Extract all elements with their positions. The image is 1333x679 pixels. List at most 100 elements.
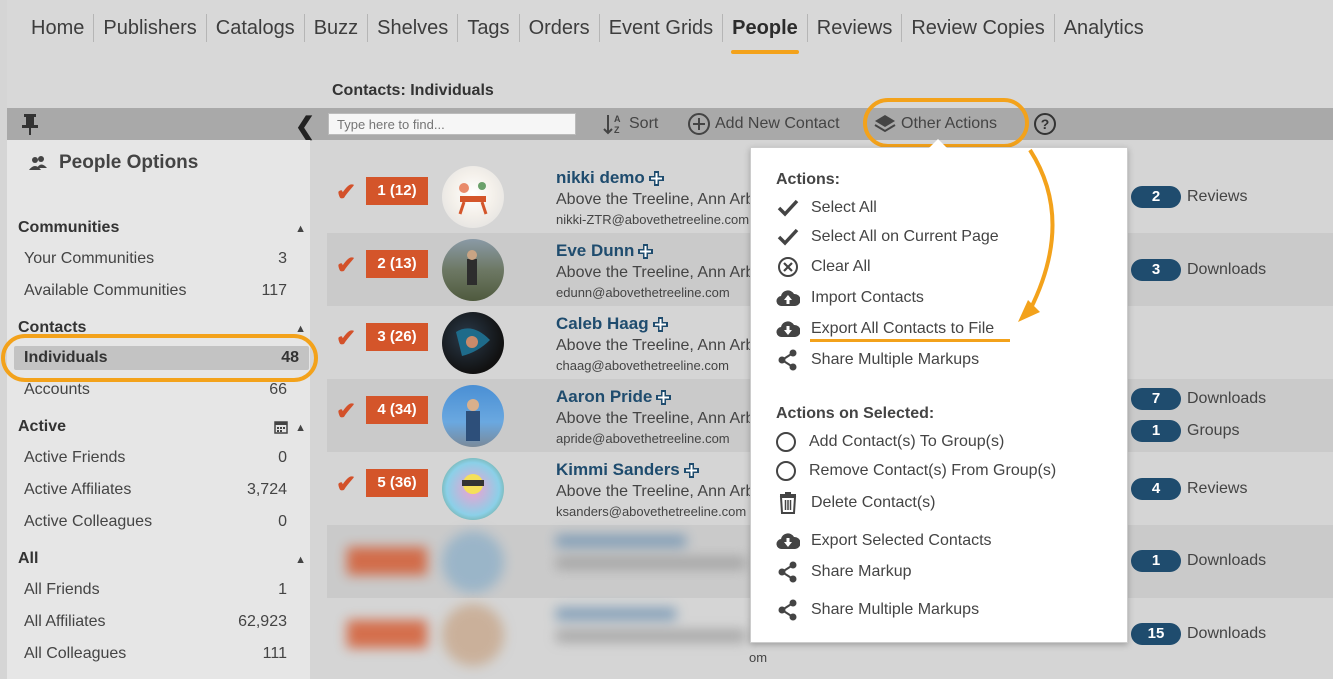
nav-tags[interactable]: Tags	[457, 14, 518, 42]
menu-remove-from-group[interactable]: Remove Contact(s) From Group(s)	[774, 460, 1056, 482]
stat-count: 15	[1131, 623, 1181, 645]
nav-orders[interactable]: Orders	[518, 14, 599, 42]
section-title: Communities	[18, 219, 120, 236]
sort-button[interactable]: A Z Sort	[603, 112, 658, 136]
add-contact-label: Add New Contact	[715, 115, 840, 132]
menu-delete-contacts[interactable]: Delete Contact(s)	[776, 492, 936, 514]
contact-name-link[interactable]: Eve Dunn	[556, 241, 654, 261]
collapse-caret-icon[interactable]: ▲	[295, 422, 306, 434]
menu-share-multiple-markups-selected[interactable]: Share Multiple Markups	[776, 599, 979, 621]
add-contact-plus-icon[interactable]	[652, 316, 668, 332]
contact-name-link[interactable]: Kimmi Sanders	[556, 460, 699, 480]
nav-reviews[interactable]: Reviews	[806, 14, 902, 42]
blurred-org	[556, 630, 746, 642]
contact-name-link[interactable]: Aaron Pride	[556, 387, 672, 407]
sidebar-item-all-friends[interactable]: All Friends 1	[24, 581, 287, 599]
menu-export-all-contacts[interactable]: Export All Contacts to File	[776, 318, 994, 340]
menu-item-label: Delete Contact(s)	[811, 494, 936, 511]
collapse-caret-icon[interactable]: ▲	[295, 554, 306, 566]
collapse-sidebar-icon[interactable]: ❮	[295, 112, 315, 141]
checkmark-icon[interactable]: ✔	[336, 178, 356, 207]
sidebar-item-label: Your Communities	[24, 250, 155, 267]
menu-add-to-group[interactable]: Add Contact(s) To Group(s)	[774, 431, 1004, 453]
section-all[interactable]: All ▲	[18, 550, 308, 568]
contact-name: Kimmi Sanders	[556, 460, 680, 479]
sidebar-item-your-communities[interactable]: Your Communities 3	[24, 250, 287, 268]
nav-home[interactable]: Home	[25, 14, 93, 42]
nav-review-copies[interactable]: Review Copies	[901, 14, 1053, 42]
menu-item-label: Share Markup	[811, 563, 912, 580]
stat-reviews[interactable]: 2 Reviews	[1131, 186, 1247, 208]
nav-people[interactable]: People	[722, 14, 807, 54]
menu-import-contacts[interactable]: Import Contacts	[776, 287, 924, 309]
sidebar-item-active-friends[interactable]: Active Friends 0	[24, 449, 287, 467]
pin-icon[interactable]	[21, 113, 39, 135]
section-communities[interactable]: Communities ▲	[18, 219, 308, 237]
people-icon	[29, 156, 47, 170]
avatar-image	[467, 250, 477, 285]
sidebar-item-accounts[interactable]: Accounts 66	[24, 381, 287, 399]
individuals-highlight	[1, 334, 318, 382]
nav-publishers[interactable]: Publishers	[93, 14, 205, 42]
nav-catalogs[interactable]: Catalogs	[205, 14, 304, 42]
contact-name: Caleb Haag	[556, 314, 649, 333]
stat-label: Downloads	[1187, 390, 1267, 407]
contact-name-link[interactable]: Caleb Haag	[556, 314, 668, 334]
check-icon	[776, 197, 800, 219]
stat-label: Downloads	[1187, 261, 1267, 278]
sort-label: Sort	[629, 115, 659, 132]
sidebar-item-available-communities[interactable]: Available Communities 117	[24, 282, 287, 300]
stat-downloads[interactable]: 3 Downloads	[1131, 259, 1266, 281]
stat-label: Downloads	[1187, 552, 1267, 569]
nav-shelves[interactable]: Shelves	[367, 14, 457, 42]
x-circle-icon	[776, 256, 800, 278]
avatar-image	[466, 399, 480, 441]
nav-event-grids[interactable]: Event Grids	[598, 14, 722, 42]
menu-share-markup[interactable]: Share Markup	[776, 561, 912, 583]
menu-share-multiple-markups[interactable]: Share Multiple Markups	[776, 349, 979, 371]
sidebar-title: People Options	[29, 152, 198, 174]
stat-downloads[interactable]: 1 Downloads	[1131, 550, 1266, 572]
menu-export-selected[interactable]: Export Selected Contacts	[776, 530, 992, 552]
sidebar-item-active-colleagues[interactable]: Active Colleagues 0	[24, 513, 287, 531]
menu-select-all[interactable]: Select All	[776, 197, 877, 219]
avatar	[442, 458, 504, 520]
sidebar-item-active-affiliates[interactable]: Active Affiliates 3,724	[24, 481, 287, 499]
add-contact-button[interactable]: Add New Contact	[687, 112, 840, 136]
add-contact-plus-icon[interactable]	[638, 243, 654, 259]
stat-downloads[interactable]: 7 Downloads	[1131, 388, 1266, 410]
add-contact-plus-icon[interactable]	[683, 462, 699, 478]
checkmark-icon[interactable]: ✔	[336, 324, 356, 353]
contact-name-link[interactable]: nikki demo	[556, 168, 664, 188]
stat-label: Groups	[1187, 422, 1240, 439]
menu-select-all-page[interactable]: Select All on Current Page	[776, 226, 999, 248]
stat-downloads[interactable]: 15 Downloads	[1131, 623, 1266, 645]
checkmark-icon[interactable]: ✔	[336, 397, 356, 426]
section-title: All	[18, 550, 39, 567]
search-input[interactable]	[328, 113, 576, 135]
sidebar-item-all-affiliates[interactable]: All Affiliates 62,923	[24, 613, 287, 631]
add-contact-plus-icon[interactable]	[656, 389, 672, 405]
menu-clear-all[interactable]: Clear All	[776, 256, 871, 278]
nav-analytics[interactable]: Analytics	[1053, 14, 1153, 42]
blurred-name	[556, 535, 686, 547]
add-contact-plus-icon[interactable]	[648, 170, 664, 186]
calendar-icon[interactable]	[274, 420, 288, 434]
svg-text:A: A	[614, 114, 621, 124]
stat-label: Reviews	[1187, 480, 1248, 497]
stat-reviews[interactable]: 4 Reviews	[1131, 478, 1247, 500]
checkmark-icon[interactable]: ✔	[336, 470, 356, 499]
help-icon[interactable]: ?	[1033, 112, 1057, 136]
stat-groups[interactable]: 1 Groups	[1131, 420, 1239, 442]
collapse-caret-icon[interactable]: ▲	[295, 223, 306, 235]
checkmark-icon[interactable]: ✔	[336, 251, 356, 280]
section-active[interactable]: Active ▲	[18, 418, 308, 436]
export-highlight-underline	[810, 339, 1010, 342]
sidebar-item-all-colleagues[interactable]: All Colleagues 111	[24, 645, 287, 663]
sidebar-item-count: 66	[269, 381, 287, 398]
nav-buzz[interactable]: Buzz	[303, 14, 367, 42]
svg-text:Z: Z	[614, 125, 620, 135]
contact-email: chaag@abovethetreeline.com	[556, 358, 729, 373]
sidebar-item-label: Available Communities	[24, 282, 187, 299]
avatar-image	[462, 474, 484, 494]
